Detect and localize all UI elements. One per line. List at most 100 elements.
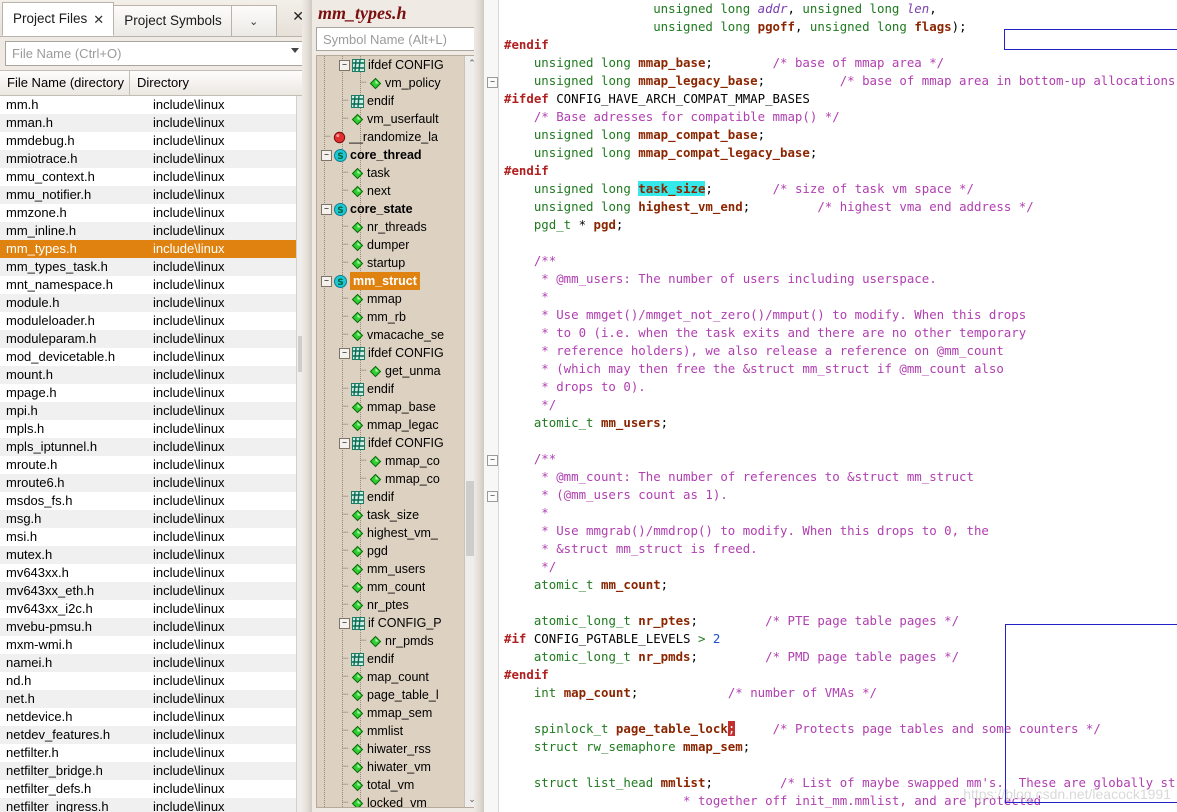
code-line[interactable]: #if CONFIG_PGTABLE_LEVELS > 2 — [498, 630, 1177, 648]
tree-node-nr_pmds[interactable]: ┄ nr_pmds — [317, 632, 465, 650]
code-line[interactable]: spinlock_t page_table_lock; /* Protects … — [498, 720, 1177, 738]
tree-node-mmap_co[interactable]: ┄ mmap_co — [317, 452, 465, 470]
chevron-down-icon[interactable] — [291, 48, 299, 53]
code-line[interactable] — [498, 594, 1177, 612]
table-row[interactable]: mmu_context.h include\linux — [0, 168, 311, 186]
tree-node-endif[interactable]: ┄ endif — [317, 650, 465, 668]
tree-node-task_size[interactable]: ┄ task_size — [317, 506, 465, 524]
code-line[interactable]: unsigned long mmap_compat_base; — [498, 126, 1177, 144]
code-line[interactable]: unsigned long highest_vm_end; /* highest… — [498, 198, 1177, 216]
tree-node-mm_rb[interactable]: ┄ mm_rb — [317, 308, 465, 326]
tree-node-core_state[interactable]: − Score_state — [317, 200, 465, 218]
tree-node-endif[interactable]: ┄ endif — [317, 92, 465, 110]
tree-node-mm_count[interactable]: ┄ mm_count — [317, 578, 465, 596]
table-row[interactable]: moduleloader.h include\linux — [0, 312, 311, 330]
code-line[interactable]: * together off init_mm.mmlist, and are p… — [498, 792, 1177, 810]
fold-marker[interactable]: − — [487, 491, 498, 502]
table-row[interactable]: mpls.h include\linux — [0, 420, 311, 438]
code-line[interactable]: /** — [498, 450, 1177, 468]
tree-node-dumper[interactable]: ┄ dumper — [317, 236, 465, 254]
table-row[interactable]: mm_inline.h include\linux — [0, 222, 311, 240]
code-line[interactable] — [498, 756, 1177, 774]
tree-node-ifdef-config[interactable]: − ifdef CONFIG — [317, 434, 465, 452]
table-row[interactable]: mmiotrace.h include\linux — [0, 150, 311, 168]
code-line[interactable]: #ifdef CONFIG_HAVE_ARCH_COMPAT_MMAP_BASE… — [498, 90, 1177, 108]
code-line[interactable]: */ — [498, 396, 1177, 414]
collapse-icon[interactable]: − — [321, 275, 332, 287]
table-row[interactable]: mv643xx_eth.h include\linux — [0, 582, 311, 600]
tree-node-mmap_legac[interactable]: ┄ mmap_legac — [317, 416, 465, 434]
code-line[interactable]: unsigned long mmap_compat_legacy_base; — [498, 144, 1177, 162]
table-row[interactable]: netfilter_ingress.h include\linux — [0, 798, 311, 812]
table-row[interactable]: mm.h include\linux — [0, 96, 311, 114]
code-line[interactable]: * drops to 0). — [498, 378, 1177, 396]
code-line[interactable]: * — [498, 504, 1177, 522]
code-editor[interactable]: − − − unsigned long addr, unsigned long … — [484, 0, 1177, 812]
table-row[interactable]: netfilter_defs.h include\linux — [0, 780, 311, 798]
table-row[interactable]: netdev_features.h include\linux — [0, 726, 311, 744]
code-line[interactable]: int map_count; /* number of VMAs */ — [498, 684, 1177, 702]
file-list[interactable]: mm.h include\linux mman.h include\linux mmde… — [0, 96, 312, 812]
table-row[interactable]: mroute6.h include\linux — [0, 474, 311, 492]
table-row[interactable]: mmu_notifier.h include\linux — [0, 186, 311, 204]
table-row[interactable]: netdevice.h include\linux — [0, 708, 311, 726]
column-header-file-name[interactable]: File Name (directory — [0, 71, 130, 95]
table-row[interactable]: msdos_fs.h include\linux — [0, 492, 311, 510]
tree-node-mmap_co[interactable]: ┄ mmap_co — [317, 470, 465, 488]
code-line[interactable]: /** — [498, 252, 1177, 270]
tree-node-nr_ptes[interactable]: ┄ nr_ptes — [317, 596, 465, 614]
symbol-tree[interactable]: − ifdef CONFIG ┄ vm_policy ┄ endif ┄ vm_userfau… — [316, 55, 480, 808]
tree-node-locked_vm[interactable]: ┄ locked_vm — [317, 794, 465, 807]
tree-node-get_unma[interactable]: ┄ get_unma — [317, 362, 465, 380]
table-row[interactable]: mount.h include\linux — [0, 366, 311, 384]
code-line[interactable] — [498, 234, 1177, 252]
table-row[interactable]: mpage.h include\linux — [0, 384, 311, 402]
code-line[interactable]: unsigned long mmap_base; /* base of mmap… — [498, 54, 1177, 72]
tree-node-startup[interactable]: ┄ startup — [317, 254, 465, 272]
code-line[interactable]: atomic_t mm_users; — [498, 414, 1177, 432]
editor-fold-gutter[interactable]: − − − — [484, 0, 499, 812]
code-line[interactable]: * Use mmget()/mmget_not_zero()/mmput() t… — [498, 306, 1177, 324]
tree-node-core_thread[interactable]: − Score_thread — [317, 146, 465, 164]
code-line[interactable]: * Use mmgrab()/mmdrop() to modify. When … — [498, 522, 1177, 540]
table-row[interactable]: module.h include\linux — [0, 294, 311, 312]
close-icon[interactable]: ✕ — [93, 13, 104, 26]
editor-text[interactable]: unsigned long addr, unsigned long len, u… — [498, 0, 1177, 812]
table-row[interactable]: mpls_iptunnel.h include\linux — [0, 438, 311, 456]
table-row[interactable]: namei.h include\linux — [0, 654, 311, 672]
code-line[interactable]: */ — [498, 558, 1177, 576]
code-line[interactable]: unsigned long mmap_legacy_base; /* base … — [498, 72, 1177, 90]
code-line[interactable] — [498, 702, 1177, 720]
collapse-icon[interactable]: − — [321, 203, 332, 215]
table-row[interactable]: mod_devicetable.h include\linux — [0, 348, 311, 366]
table-row[interactable]: net.h include\linux — [0, 690, 311, 708]
code-line[interactable] — [498, 432, 1177, 450]
code-line[interactable]: * @mm_count: The number of references to… — [498, 468, 1177, 486]
tree-node-endif[interactable]: ┄ endif — [317, 380, 465, 398]
collapse-icon[interactable]: − — [339, 59, 350, 71]
table-row[interactable]: mvebu-pmsu.h include\linux — [0, 618, 311, 636]
file-name-input[interactable]: File Name (Ctrl+O) — [5, 41, 307, 66]
tree-node-__randomize_la[interactable]: ┄ __randomize_la — [317, 128, 465, 146]
tab-project-symbols[interactable]: Project Symbols — [113, 5, 232, 36]
code-line[interactable]: #endif — [498, 36, 1177, 54]
tree-node-mmap_base[interactable]: ┄ mmap_base — [317, 398, 465, 416]
code-line[interactable]: struct list_head mmlist; /* List of mayb… — [498, 774, 1177, 792]
table-row[interactable]: msg.h include\linux — [0, 510, 311, 528]
table-row[interactable]: mutex.h include\linux — [0, 546, 311, 564]
tree-node-mm_struct[interactable]: − Smm_struct — [317, 272, 465, 290]
collapse-icon[interactable]: − — [339, 617, 350, 629]
table-row[interactable]: msi.h include\linux — [0, 528, 311, 546]
table-row[interactable]: mpi.h include\linux — [0, 402, 311, 420]
table-row[interactable]: mroute.h include\linux — [0, 456, 311, 474]
collapse-icon[interactable]: − — [321, 149, 332, 161]
tree-node-nr_threads[interactable]: ┄ nr_threads — [317, 218, 465, 236]
code-line[interactable]: atomic_long_t nr_ptes; /* PTE page table… — [498, 612, 1177, 630]
fold-marker[interactable]: − — [487, 77, 498, 88]
tree-node-total_vm[interactable]: ┄ total_vm — [317, 776, 465, 794]
symbol-name-input[interactable]: Symbol Name (Alt+L) — [316, 27, 479, 51]
table-row[interactable]: moduleparam.h include\linux — [0, 330, 311, 348]
table-row[interactable]: mnt_namespace.h include\linux — [0, 276, 311, 294]
code-line[interactable]: /* Base adresses for compatible mmap() *… — [498, 108, 1177, 126]
tree-node-vm_userfault[interactable]: ┄ vm_userfault — [317, 110, 465, 128]
